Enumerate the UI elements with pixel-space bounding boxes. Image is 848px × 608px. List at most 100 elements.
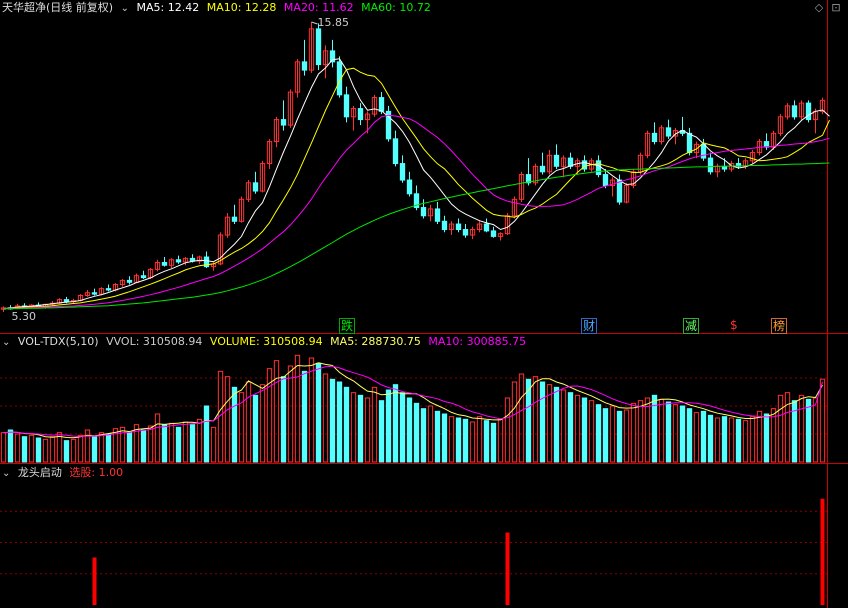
event-tag-ranking[interactable]: 榜 [771, 318, 788, 334]
chevron-down-icon[interactable]: ⌄ [2, 337, 10, 348]
volume-bar [630, 402, 637, 463]
volume-bar [714, 417, 721, 463]
legend-ma60: MA60: 10.72 [361, 1, 431, 14]
low-price-label: 5.30 [11, 310, 37, 323]
candle-body [483, 223, 490, 232]
volume-bar [483, 420, 490, 463]
volume-bar [126, 432, 133, 463]
candle-body [63, 299, 70, 303]
signal-panel-header: ⌄ 龙头启动 选股: 1.00 [2, 465, 127, 481]
legend-select-signal: 选股: 1.00 [69, 466, 124, 479]
volume-bar [322, 373, 329, 463]
event-tag-reduce[interactable]: 减 [683, 318, 700, 334]
volume-bar [105, 433, 112, 463]
volume-bar [623, 409, 630, 463]
signal-bar [92, 557, 97, 605]
volume-bar [140, 429, 147, 463]
volume-bar [798, 394, 805, 463]
event-tag-fall[interactable]: 跌 [339, 318, 356, 334]
volume-bar [21, 436, 28, 463]
volume-bar [175, 426, 182, 463]
volume-bar [168, 422, 175, 463]
candle-body [406, 179, 413, 195]
volume-bar [259, 384, 266, 463]
event-tag-finance[interactable]: 财 [581, 318, 598, 334]
volume-bar [497, 418, 504, 463]
candle-body [175, 259, 182, 263]
volume-bar [308, 357, 315, 463]
volume-bar [154, 413, 161, 463]
volume-bar [28, 434, 35, 463]
volume-bar [245, 381, 252, 463]
candle-body [707, 157, 714, 173]
candle-body [315, 28, 322, 66]
candle-body [280, 119, 287, 126]
volume-bar [679, 405, 686, 463]
signal-bar [505, 532, 510, 605]
chevron-down-icon[interactable]: ⌄ [2, 468, 10, 479]
volume-bar [364, 397, 371, 463]
volume-bar [434, 410, 441, 463]
ma-line-ma60 [3, 162, 830, 310]
signal-indicator-name[interactable]: 龙头启动 [18, 466, 62, 479]
volume-ma10-line [3, 365, 823, 437]
volume-bar [315, 362, 322, 463]
candle-body [231, 216, 238, 222]
volume-bar [588, 400, 595, 463]
candle-body [539, 165, 546, 173]
legend-ma20: MA20: 11.62 [283, 1, 354, 14]
candle-body [357, 108, 364, 121]
volume-indicator-name[interactable]: VOL-TDX(5,10) [18, 335, 99, 348]
volume-bar [343, 386, 350, 463]
event-tag-dollar[interactable]: $ [729, 318, 739, 332]
candle-body [91, 292, 98, 295]
volume-bar [511, 381, 518, 463]
volume-bar [294, 354, 301, 463]
volume-bar [287, 365, 294, 463]
candle-body [140, 275, 147, 279]
volume-bar [602, 408, 609, 463]
volume-bar [805, 398, 812, 463]
volume-bar [448, 416, 455, 463]
chevron-down-icon[interactable]: ⌄ [121, 3, 129, 14]
legend-volume: VOLUME: 310508.94 [209, 335, 323, 348]
candle-body [441, 220, 448, 231]
volume-bar [784, 392, 791, 463]
volume-bar [812, 397, 819, 463]
volume-bar [210, 426, 217, 463]
volume-bar [35, 437, 42, 463]
candle-body [434, 208, 441, 222]
volume-bar [539, 381, 546, 463]
chart-canvas[interactable] [0, 0, 848, 608]
volume-bar [280, 376, 287, 463]
candle-body [126, 279, 133, 283]
volume-bar [574, 394, 581, 463]
diamond-icon[interactable]: ◇ [813, 2, 825, 14]
candle-body [392, 138, 399, 165]
candle-body [252, 182, 259, 192]
candle-body [665, 127, 672, 137]
volume-bar [420, 408, 427, 463]
candle-body [602, 174, 609, 187]
expand-icon[interactable]: ⊡ [830, 2, 842, 14]
volume-bar [469, 421, 476, 463]
price-panel-header: 天华超净(日线 前复权) ⌄ MA5: 12.42 MA10: 12.28 MA… [2, 0, 435, 16]
stock-title[interactable]: 天华超净(日线 前复权) [2, 1, 113, 14]
volume-bar [98, 432, 105, 463]
volume-bar [490, 422, 497, 463]
volume-bar [42, 438, 49, 463]
volume-bar [385, 389, 392, 463]
volume-bar [777, 394, 784, 463]
volume-bar [273, 360, 280, 463]
volume-ma5-line [3, 362, 823, 439]
legend-vol-ma10: MA10: 300885.75 [428, 335, 527, 348]
signal-bar [820, 498, 825, 605]
volume-bar [7, 429, 14, 463]
volume-bar [700, 410, 707, 463]
candle-body [161, 262, 168, 266]
volume-bar [0, 432, 7, 463]
candle-body [301, 61, 308, 71]
volume-bar [378, 400, 385, 463]
volume-bar [91, 436, 98, 463]
legend-ma5: MA5: 12.42 [136, 1, 200, 14]
